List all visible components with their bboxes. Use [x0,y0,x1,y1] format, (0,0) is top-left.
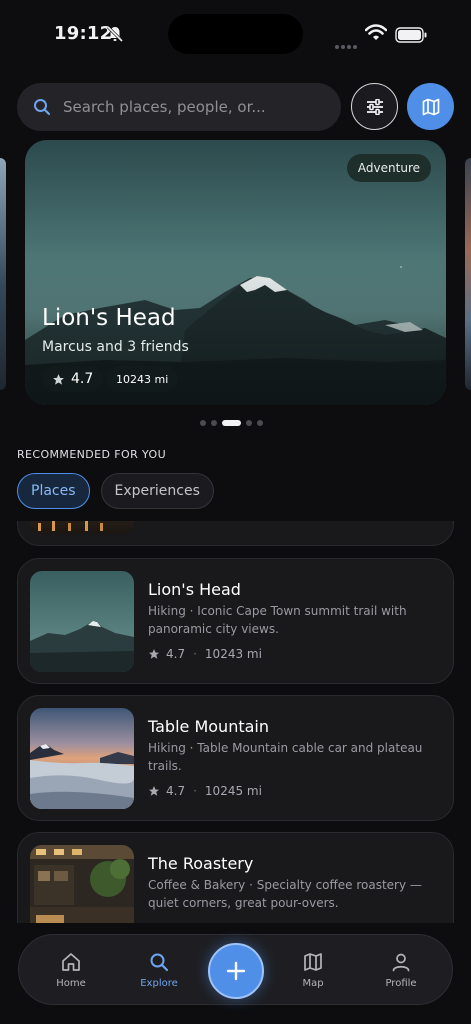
place-thumbnail [30,571,134,672]
pagination-dot[interactable] [200,420,206,426]
nav-label: Explore [140,978,178,989]
carousel-prev-card[interactable] [0,158,6,390]
plus-icon [226,961,246,981]
nav-map[interactable]: Map [275,935,351,1006]
place-description: Hiking · Iconic Cape Town summit trail w… [148,604,407,636]
map-icon [304,953,322,971]
carousel-pagination [200,420,268,426]
map-view-button[interactable] [407,83,454,130]
place-card[interactable]: Lion's Head Hiking · Iconic Cape Town su… [17,558,454,684]
pagination-dot[interactable] [211,420,217,426]
segment-tabs: Places Experiences [17,473,225,509]
star-icon [149,786,159,796]
place-name: Table Mountain [148,717,269,736]
profile-icon [392,953,410,972]
status-bar: 19:12 [0,0,471,70]
featured-distance: 10243 mi [106,366,179,392]
place-thumbnail [30,708,134,809]
dynamic-island [168,14,303,54]
place-thumbnail [30,845,134,923]
search-icon [34,99,51,116]
tab-experiences[interactable]: Experiences [100,473,214,509]
place-photo [30,571,134,672]
place-description: Hiking · Table Mountain cable car and pl… [148,741,423,773]
featured-rating: 4.7 [42,366,104,392]
wifi-icon [365,24,387,40]
nav-label: Home [56,978,86,989]
filter-button[interactable] [351,83,398,130]
featured-rating-value: 4.7 [71,371,94,387]
pagination-dot[interactable] [246,420,252,426]
place-card[interactable]: The Roastery Coffee & Bakery · Specialty… [17,832,454,923]
nav-explore[interactable]: Explore [121,935,197,1006]
star-icon [149,649,159,659]
home-icon [62,953,80,971]
place-meta: 4.7 · 10245 mi [148,784,262,798]
add-button[interactable] [208,943,264,999]
signal-icon [335,34,359,49]
meta-separator: · [193,784,197,798]
place-photo [38,521,103,531]
place-description: Coffee & Bakery · Specialty coffee roast… [148,878,422,910]
section-heading: RECOMMENDED FOR YOU [17,448,167,461]
star-icon [53,373,64,385]
battery-icon [395,27,427,43]
place-photo [30,708,134,809]
map-icon [422,98,439,115]
place-name: The Roastery [148,854,254,873]
place-thumbnail [30,521,134,534]
search-bar[interactable] [17,83,341,131]
nav-label: Map [302,978,324,989]
place-meta: 4.7 · 10243 mi [148,647,262,661]
featured-title: Lion's Head [42,305,176,331]
featured-subtitle: Marcus and 3 friends [42,339,189,355]
category-badge: Adventure [346,154,431,182]
place-card[interactable]: Table Mountain Hiking · Table Mountain c… [17,695,454,821]
nav-profile[interactable]: Profile [363,935,439,1006]
featured-card[interactable]: Adventure Lion's Head Marcus and 3 frien… [25,140,446,405]
place-photo [30,845,134,923]
place-distance: 10245 mi [204,784,262,798]
tab-places[interactable]: Places [17,473,90,509]
bottom-tab-bar: Home Explore Map Profile [18,934,453,1005]
place-rating: 4.7 [166,647,186,661]
search-icon [150,953,169,972]
pagination-dot[interactable] [257,420,263,426]
bell-muted-icon [106,25,124,43]
nav-home[interactable]: Home [33,935,109,1006]
place-rating: 4.7 [166,784,186,798]
pagination-dot-active[interactable] [222,420,241,426]
sliders-icon [366,98,383,115]
search-input[interactable] [63,98,341,116]
place-name: Lion's Head [148,580,241,599]
nav-label: Profile [385,978,417,989]
carousel-next-card[interactable] [465,158,471,390]
place-card-partial[interactable] [17,521,454,546]
status-time: 19:12 [54,23,113,44]
places-list[interactable]: Lion's Head Hiking · Iconic Cape Town su… [0,521,471,923]
place-distance: 10243 mi [204,647,262,661]
meta-separator: · [193,647,197,661]
